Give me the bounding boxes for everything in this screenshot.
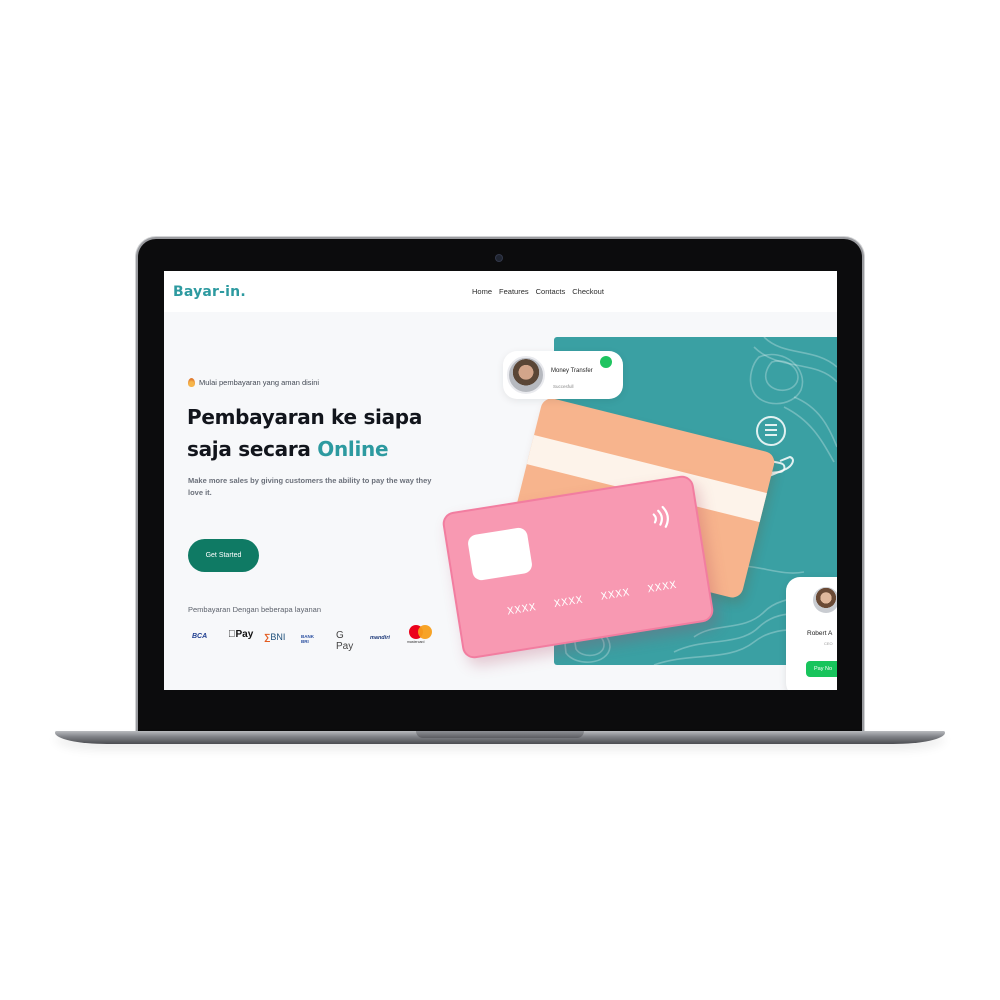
card-number-group-2: XXXX: [553, 594, 584, 611]
google-pay-logo: G Pay: [336, 630, 354, 652]
nav-home[interactable]: Home: [472, 287, 492, 296]
bni-text: BNI: [270, 632, 286, 642]
headline-accent: Online: [317, 437, 389, 461]
receiver-card: Robert A CEO Pay No: [786, 577, 837, 690]
headline-line-2-prefix: saja secara: [187, 437, 318, 461]
mandiri-logo: mandiri: [370, 635, 390, 641]
bca-logo: BCA: [192, 633, 208, 640]
avatar: [813, 587, 837, 613]
card-number-group-3: XXXX: [599, 587, 631, 603]
payment-services-label: Pembayaran Dengan beberapa layanan: [188, 605, 322, 614]
card-number-group-4: XXXX: [646, 579, 678, 596]
hero-tagline: Mulai pembayaran yang aman disini: [188, 378, 319, 387]
hero-tagline-text: Mulai pembayaran yang aman disini: [199, 378, 320, 387]
nav-checkout[interactable]: Checkout: [572, 287, 604, 296]
nav-contacts[interactable]: Contacts: [536, 287, 566, 296]
avatar: [507, 356, 545, 394]
bank-bri-logo: BANK BRI: [301, 634, 314, 644]
card-number-group-1: XXXX: [506, 602, 538, 618]
card-number-groups: XXXX XXXX XXXX XXXX: [506, 580, 677, 618]
card-chip: [466, 526, 534, 582]
pay-now-button[interactable]: Pay No: [806, 661, 837, 677]
mastercard-yellow-circle: [418, 625, 432, 639]
headline-line-1: Pembayaran ke siapa: [187, 405, 423, 429]
navbar: Bayar-in. Home Features Contacts Checkou…: [164, 271, 837, 312]
contactless-icon: [652, 505, 669, 528]
site-logo[interactable]: Bayar-in.: [173, 284, 246, 300]
money-transfer-title: Money Transfer: [551, 368, 593, 374]
mastercard-text: mastercard: [407, 640, 425, 644]
nav-features[interactable]: Features: [499, 287, 529, 296]
receiver-role: CEO: [824, 641, 833, 646]
mastercard-logo: mastercard: [407, 625, 435, 647]
money-bag-icon: [188, 378, 195, 387]
bni-logo: ∑BNI: [264, 632, 286, 642]
online-status-dot: [600, 356, 612, 368]
laptop-screen: Bayar-in. Home Features Contacts Checkou…: [164, 271, 837, 690]
laptop-hinge-notch: [416, 731, 584, 738]
apple-pay-text: Pay: [228, 629, 254, 640]
money-transfer-status: Succesfull: [553, 384, 574, 389]
get-started-button[interactable]: Get Started: [188, 539, 259, 572]
money-transfer-card: Money Transfer Succesfull: [503, 351, 623, 399]
hero-subtitle: Make more sales by giving customers the …: [188, 476, 432, 497]
receiver-name: Robert A: [807, 630, 833, 637]
apple-pay-logo: Pay: [228, 629, 253, 640]
nav-links: Home Features Contacts Checkout: [472, 287, 604, 296]
headline-line-2: saja secara Online: [187, 433, 447, 465]
camera-icon: [496, 255, 502, 261]
hero-headline: Pembayaran ke siapa saja secara Online: [187, 401, 447, 465]
